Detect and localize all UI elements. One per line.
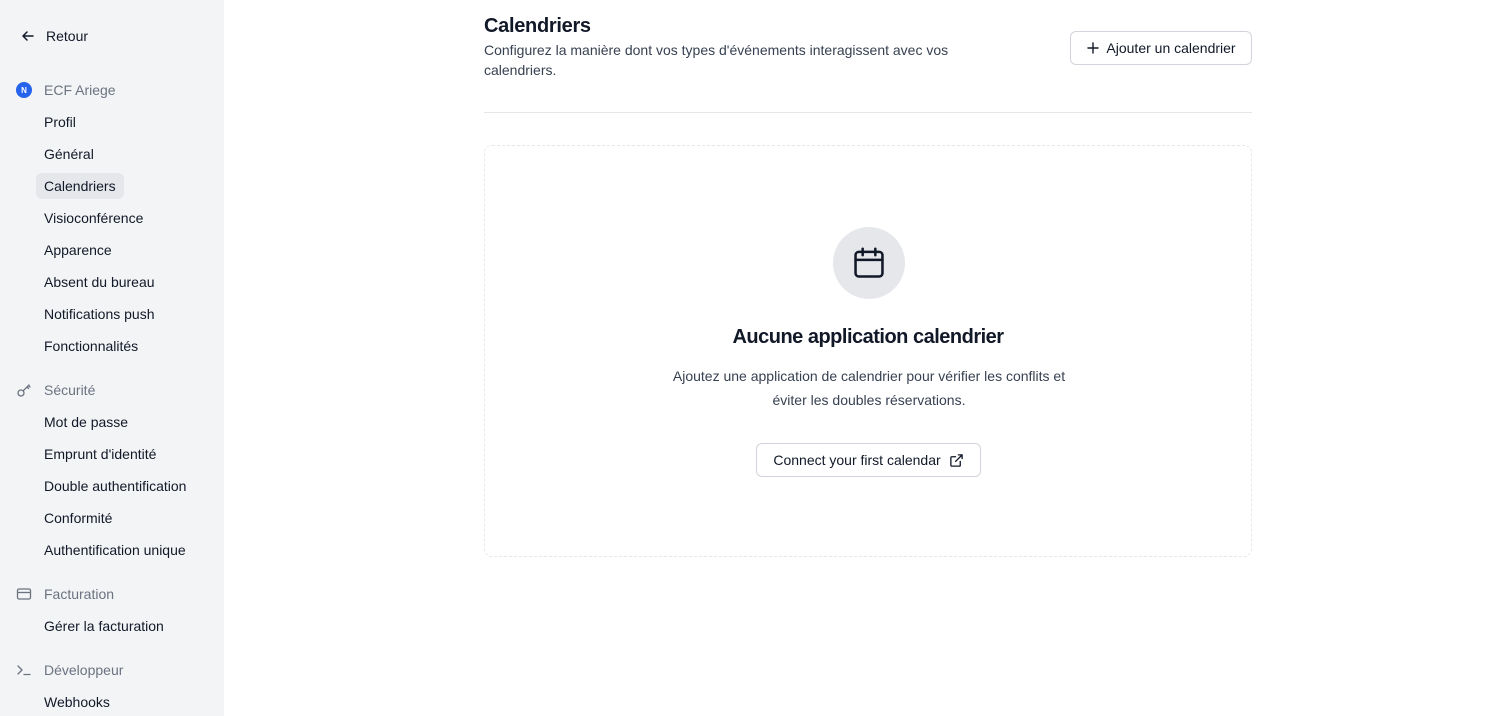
empty-state-icon-circle (833, 227, 905, 299)
org-name: ECF Ariege (44, 82, 116, 98)
credit-card-icon (16, 586, 32, 602)
security-title: Sécurité (44, 382, 96, 398)
sidebar-item-absent-du-bureau[interactable]: Absent du bureau (36, 269, 163, 295)
connect-calendar-button[interactable]: Connect your first calendar (756, 443, 981, 477)
sidebar-item-profil[interactable]: Profil (36, 109, 84, 135)
org-avatar: N (16, 82, 32, 98)
sidebar-item-calendriers[interactable]: Calendriers (36, 173, 124, 199)
sidebar-item-visioconference[interactable]: Visioconférence (36, 205, 151, 231)
external-link-icon (949, 453, 963, 467)
sidebar-item-apparence[interactable]: Apparence (36, 237, 120, 263)
main-content: Calendriers Configurez la manière dont v… (224, 0, 1512, 716)
add-calendar-button[interactable]: Ajouter un calendrier (1070, 31, 1252, 65)
header-divider (484, 112, 1252, 113)
developer-section-header: Développeur (16, 660, 123, 680)
sidebar-item-emprunt-identite[interactable]: Emprunt d'identité (36, 441, 164, 467)
back-label: Retour (46, 28, 89, 44)
app-root: Retour N ECF Ariege Profil Général Calen… (0, 0, 1512, 716)
arrow-left-icon (22, 31, 34, 41)
settings-sidebar: Retour N ECF Ariege Profil Général Calen… (0, 0, 224, 716)
key-icon (16, 382, 32, 398)
sidebar-item-double-authentification[interactable]: Double authentification (36, 473, 194, 499)
billing-title: Facturation (44, 586, 115, 602)
sidebar-item-mot-de-passe[interactable]: Mot de passe (36, 409, 136, 435)
sidebar-item-conformite[interactable]: Conformité (36, 505, 120, 531)
sidebar-item-authentification-unique[interactable]: Authentification unique (36, 537, 194, 563)
sidebar-item-notifications-push[interactable]: Notifications push (36, 301, 163, 327)
connect-calendar-label: Connect your first calendar (773, 452, 941, 468)
empty-state-card: Aucune application calendrier Ajoutez un… (484, 145, 1252, 557)
page-description: Configurez la manière dont vos types d'é… (484, 42, 949, 78)
page-title: Calendriers (484, 15, 591, 37)
sidebar-item-webhooks[interactable]: Webhooks (36, 689, 118, 715)
security-section-header: Sécurité (16, 380, 95, 400)
sidebar-item-general[interactable]: Général (36, 141, 102, 167)
billing-section-header: Facturation (16, 584, 114, 604)
back-button[interactable]: Retour (20, 26, 88, 46)
plus-icon (1087, 42, 1100, 54)
calendar-icon (854, 247, 884, 278)
sidebar-item-fonctionnalites[interactable]: Fonctionnalités (36, 333, 146, 359)
empty-state-description: Ajoutez une application de calendrier po… (672, 368, 1066, 408)
sidebar-item-gerer-facturation[interactable]: Gérer la facturation (36, 613, 172, 639)
org-section-header: N ECF Ariege (16, 80, 116, 100)
terminal-icon (16, 662, 32, 678)
add-calendar-label: Ajouter un calendrier (1106, 40, 1236, 56)
empty-state-title: Aucune application calendrier (732, 326, 1004, 348)
developer-title: Développeur (44, 662, 124, 678)
